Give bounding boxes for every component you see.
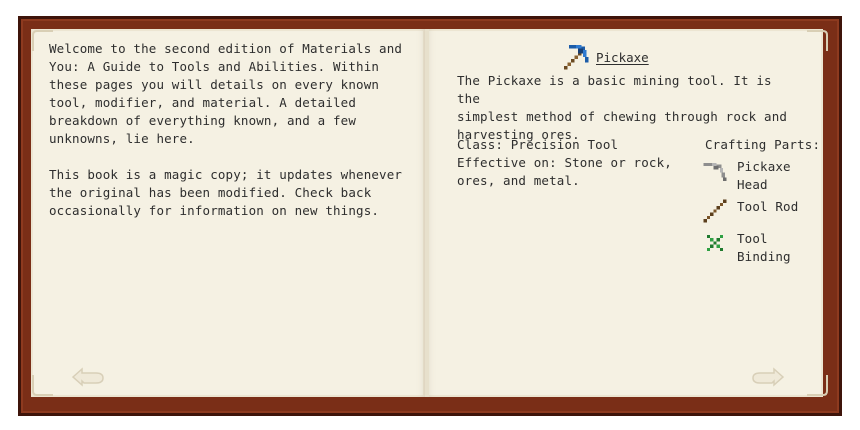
corner-ornament-icon	[32, 375, 53, 396]
crafting-part-label: Tool Rod	[737, 199, 799, 214]
tool-binding-icon	[706, 234, 724, 252]
intro-paragraph: Welcome to the second edition of Materia…	[49, 41, 403, 146]
tool-description: The Pickaxe is a basic mining tool. It i…	[457, 73, 788, 142]
tool-effective-on: Effective on: Stone or rock, ores, and m…	[457, 155, 672, 188]
next-page-arrow-icon[interactable]	[746, 364, 786, 388]
crafting-part-tool-binding[interactable]: Tool Binding	[702, 230, 791, 266]
tool-class: Class: Precision Tool	[457, 137, 619, 152]
crafting-part-label: Tool Binding	[737, 231, 791, 264]
previous-page-arrow-icon[interactable]	[70, 364, 110, 388]
corner-ornament-icon	[807, 30, 828, 51]
pickaxe-icon	[563, 44, 589, 70]
left-page-text: Welcome to the second edition of Materia…	[49, 40, 409, 238]
tool-title-label: Pickaxe	[596, 49, 649, 65]
crafting-part-pickaxe-head[interactable]: Pickaxe Head	[702, 158, 791, 194]
crafting-parts-title: Crafting Parts:	[705, 137, 821, 152]
corner-ornament-icon	[807, 375, 828, 396]
crafting-part-label: Pickaxe Head	[737, 159, 791, 192]
pickaxe-head-icon	[703, 162, 727, 181]
book-spine	[425, 29, 429, 397]
tool-rod-icon	[703, 199, 727, 223]
magic-copy-paragraph: This book is a magic copy; it updates wh…	[49, 167, 403, 218]
tool-title: Pickaxe	[562, 42, 649, 72]
tool-stats: Class: Precision Tool Effective on: Ston…	[457, 136, 687, 190]
crafting-part-tool-rod[interactable]: Tool Rod	[702, 198, 798, 224]
